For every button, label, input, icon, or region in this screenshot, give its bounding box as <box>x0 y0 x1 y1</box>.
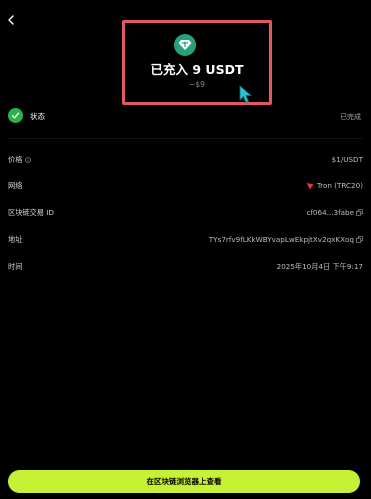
tx-id-value: cf064...3fabe <box>306 208 354 217</box>
time-value: 2025年10月4日 下午9:17 <box>276 262 363 271</box>
tx-id-label: 区块链交易 ID <box>8 208 54 217</box>
info-icon[interactable] <box>25 157 32 163</box>
tx-id-row: 区块链交易 ID cf064...3fabe <box>8 207 363 221</box>
copy-icon[interactable] <box>356 236 363 243</box>
view-on-explorer-button[interactable]: 在区块链浏览器上查看 <box>8 470 360 493</box>
usdt-token-icon <box>174 34 196 56</box>
network-value: Tron (TRC20) <box>316 181 363 190</box>
network-row: 网络 Tron (TRC20) <box>8 180 363 194</box>
time-label: 时间 <box>8 262 23 271</box>
price-row: 价格 $1/USDT <box>8 154 363 168</box>
deposit-amount-title: 已充入 9 USDT <box>150 62 244 77</box>
check-circle-icon <box>8 108 23 123</box>
copy-icon[interactable] <box>356 209 363 216</box>
transaction-detail-screen: 已充入 9 USDT ~$9 状态 已完成 价格 $1/USDT 网络 Tron… <box>0 0 371 499</box>
status-label: 状态 <box>30 112 45 121</box>
address-label: 地址 <box>8 235 23 244</box>
address-value: TYs7rfv9fLKkWBYvapLwEkpjtXv2qxKXoq <box>208 235 354 244</box>
back-button[interactable] <box>5 12 19 28</box>
address-row: 地址 TYs7rfv9fLKkWBYvapLwEkpjtXv2qxKXoq <box>8 234 363 248</box>
mouse-cursor-icon <box>239 85 253 105</box>
status-value: 已完成 <box>340 113 361 121</box>
tron-icon <box>306 182 314 190</box>
network-label: 网络 <box>8 181 23 190</box>
tether-diamond-icon <box>178 40 192 50</box>
chevron-left-icon <box>8 15 14 25</box>
status-row: 状态 已完成 <box>8 108 363 124</box>
time-row: 时间 2025年10月4日 下午9:17 <box>8 261 363 275</box>
price-label: 价格 <box>8 155 23 164</box>
divider <box>8 138 363 139</box>
price-value: $1/USDT <box>331 155 363 164</box>
